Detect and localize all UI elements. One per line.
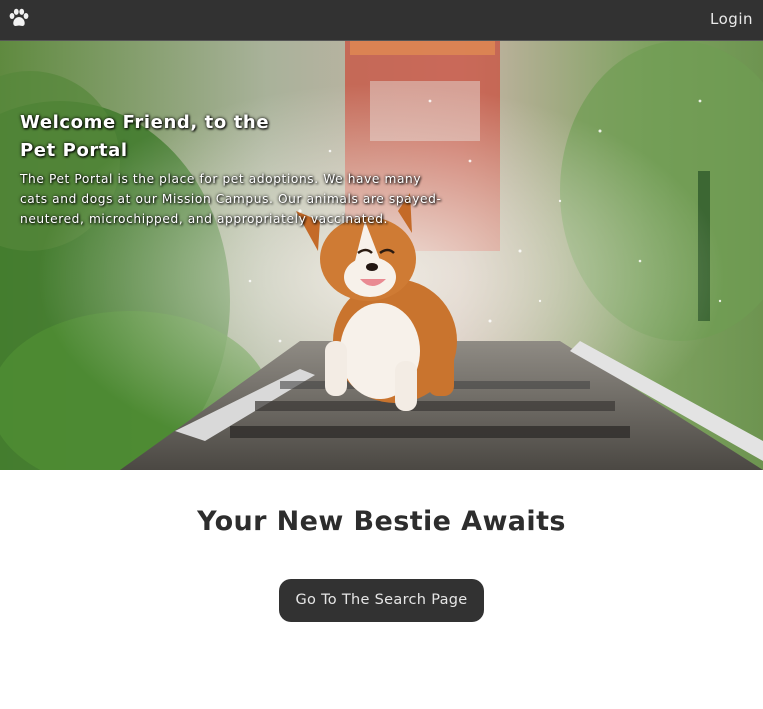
- top-navbar: Login: [0, 0, 763, 41]
- hero-title: Welcome Friend, to the Pet Portal: [20, 112, 270, 161]
- paw-icon[interactable]: [8, 8, 30, 28]
- hero-description: The Pet Portal is the place for pet adop…: [20, 172, 442, 226]
- page-tagline: Your New Bestie Awaits: [197, 506, 566, 537]
- login-link[interactable]: Login: [710, 10, 753, 28]
- search-page-button[interactable]: Go To The Search Page: [279, 579, 484, 622]
- hero-dog-photo: [0, 41, 763, 470]
- hero-banner: Welcome Friend, to the Pet Portal The Pe…: [0, 41, 763, 470]
- hero-text-block: Welcome Friend, to the Pet Portal The Pe…: [20, 109, 450, 229]
